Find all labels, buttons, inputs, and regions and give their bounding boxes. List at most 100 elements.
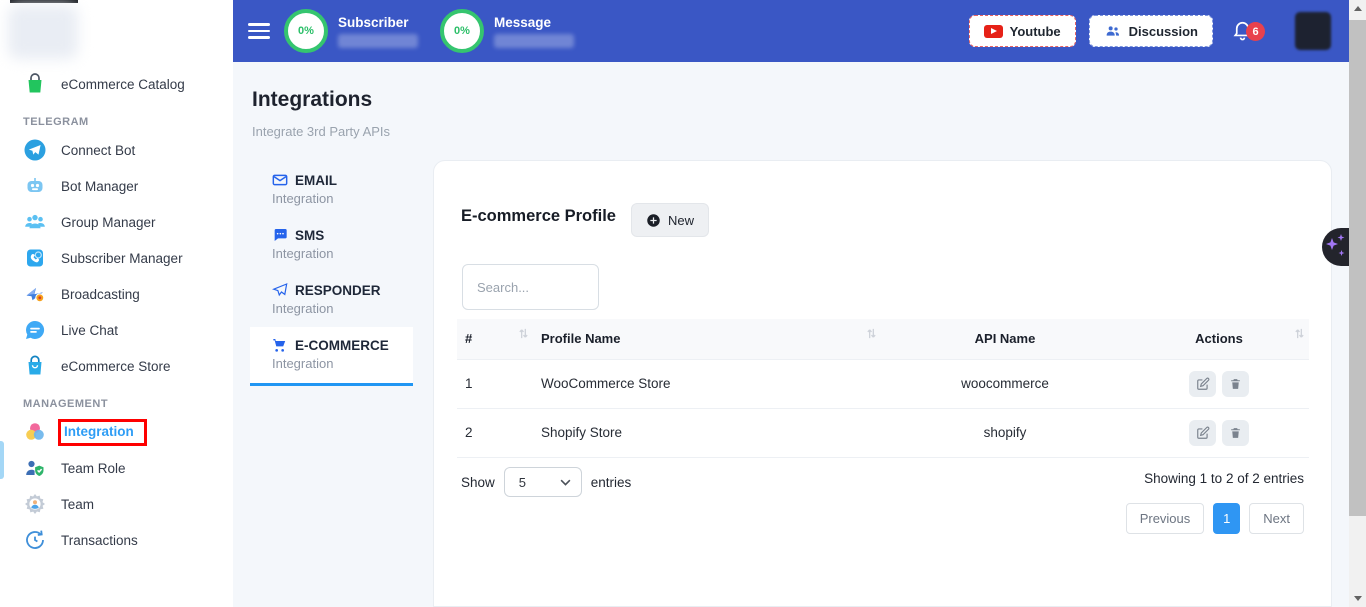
sidebar-item-subscriber-manager[interactable]: Subscriber Manager [0, 240, 233, 276]
robot-icon [23, 174, 47, 198]
previous-page-button[interactable]: Previous [1126, 503, 1205, 534]
topbar: 0% Subscriber 0% Message Youtube Discuss… [233, 0, 1349, 62]
header-api-name[interactable]: API Name [881, 319, 1129, 359]
sidebar-item-team[interactable]: Team [0, 486, 233, 522]
subscriber-value-blurred [338, 34, 418, 48]
ai-assistant-button[interactable] [1322, 228, 1349, 266]
page-size-select[interactable]: 5 [504, 467, 582, 497]
trash-icon [1229, 377, 1242, 391]
profiles-table: # Profile Name API Name Actions [457, 319, 1309, 458]
scroll-down-arrow[interactable] [1349, 590, 1366, 607]
logo-blurred [8, 5, 78, 59]
page-number-button[interactable]: 1 [1213, 503, 1240, 534]
avatar[interactable] [1295, 12, 1331, 50]
sidebar-item-label: Broadcasting [61, 287, 140, 302]
scroll-thumb[interactable] [1349, 20, 1366, 516]
message-progress-ring: 0% [440, 9, 484, 53]
telegram-icon [23, 138, 47, 162]
sidebar-item-live-chat[interactable]: Live Chat [0, 312, 233, 348]
broadcast-flag-icon [23, 282, 47, 306]
contact-book-phone-icon [23, 246, 47, 270]
sidebar-item-transactions[interactable]: Transactions [0, 522, 233, 558]
sort-icon [518, 327, 529, 343]
row-api-name: woocommerce [881, 359, 1129, 408]
trash-icon [1229, 426, 1242, 440]
chevron-down-icon [560, 479, 571, 486]
sidebar-item-label: Team Role [61, 461, 126, 476]
next-page-button[interactable]: Next [1249, 503, 1304, 534]
entries-label: entries [591, 475, 632, 490]
row-api-name: shopify [881, 408, 1129, 457]
search-input[interactable] [462, 264, 599, 310]
sparkles-icon [1322, 228, 1349, 266]
sms-bubble-icon [272, 227, 288, 243]
paper-plane-icon [272, 282, 288, 298]
sidebar-item-label: Connect Bot [61, 143, 135, 158]
subscriber-progress-ring: 0% [284, 9, 328, 53]
pagination: Previous 1 Next [1126, 503, 1304, 534]
edit-pencil-icon [1196, 426, 1210, 440]
subscriber-stat-label: Subscriber [338, 15, 418, 30]
sidebar-item-label: Live Chat [61, 323, 118, 338]
youtube-icon [984, 25, 1003, 38]
row-profile-name: WooCommerce Store [533, 359, 881, 408]
person-shield-icon [23, 456, 47, 480]
green-shopping-bag-icon [23, 72, 47, 96]
subnav-email-integration[interactable]: EMAIL Integration [250, 162, 413, 216]
table-header-row: # Profile Name API Name Actions [457, 319, 1309, 359]
logo-top-line [10, 0, 78, 3]
sidebar-item-bot-manager[interactable]: Bot Manager [0, 168, 233, 204]
show-label: Show [461, 475, 495, 490]
delete-button[interactable] [1222, 420, 1249, 446]
sidebar-item-ecommerce-catalog[interactable]: eCommerce Catalog [0, 66, 233, 102]
sidebar-item-broadcasting[interactable]: Broadcasting [0, 276, 233, 312]
header-actions[interactable]: Actions [1129, 319, 1309, 359]
sidebar-item-label: Subscriber Manager [61, 251, 183, 266]
sidebar-item-label: Team [61, 497, 94, 512]
people-icon [1104, 23, 1122, 39]
subnav-ecommerce-integration[interactable]: E-COMMERCE Integration [250, 327, 413, 386]
header-profile-name[interactable]: Profile Name [533, 319, 881, 359]
edit-button[interactable] [1189, 420, 1216, 446]
new-profile-button[interactable]: New [631, 203, 709, 237]
subscriber-stat: 0% Subscriber [284, 9, 418, 53]
shopping-cart-icon [272, 337, 288, 353]
message-value-blurred [494, 34, 574, 48]
hamburger-menu-icon[interactable] [248, 23, 270, 38]
sidebar-item-ecommerce-store[interactable]: eCommerce Store [0, 348, 233, 384]
subnav-sms-integration[interactable]: SMS Integration [250, 217, 413, 271]
annotation-highlight: Integration [58, 419, 147, 446]
chat-bubble-icon [23, 318, 47, 342]
ecommerce-profile-card: E-commerce Profile New # Profile Name [433, 160, 1332, 607]
delete-button[interactable] [1222, 371, 1249, 397]
sidebar-item-label: Group Manager [61, 215, 156, 230]
sidebar-item-team-role[interactable]: Team Role [0, 450, 233, 486]
plus-circle-icon [646, 213, 661, 228]
discussion-button[interactable]: Discussion [1089, 15, 1213, 47]
sidebar-item-label: eCommerce Catalog [61, 77, 185, 92]
section-title-telegram: TELEGRAM [0, 102, 233, 132]
sidebar-item-connect-bot[interactable]: Connect Bot [0, 132, 233, 168]
notifications-bell[interactable]: 6 [1229, 9, 1275, 53]
scrollbar[interactable] [1349, 0, 1366, 607]
row-profile-name: Shopify Store [533, 408, 881, 457]
sidebar-item-integration[interactable]: Integration [0, 414, 233, 450]
scroll-up-arrow[interactable] [1349, 0, 1366, 17]
edit-pencil-icon [1196, 377, 1210, 391]
sidebar-item-label: Transactions [61, 533, 138, 548]
row-number: 2 [457, 408, 533, 457]
table-row: 1 WooCommerce Store woocommerce [457, 359, 1309, 408]
sort-icon [866, 327, 877, 343]
row-number: 1 [457, 359, 533, 408]
table-row: 2 Shopify Store shopify [457, 408, 1309, 457]
sidebar-item-group-manager[interactable]: Group Manager [0, 204, 233, 240]
history-clock-icon [23, 528, 47, 552]
page-subtitle: Integrate 3rd Party APIs [252, 124, 390, 139]
subnav-responder-integration[interactable]: RESPONDER Integration [250, 272, 413, 326]
integration-subnav: EMAIL Integration SMS Integration RESPON… [250, 162, 413, 387]
youtube-button[interactable]: Youtube [969, 15, 1076, 47]
blue-shopping-bag-icon [23, 354, 47, 378]
sidebar-item-label: Bot Manager [61, 179, 138, 194]
header-number[interactable]: # [457, 319, 533, 359]
edit-button[interactable] [1189, 371, 1216, 397]
